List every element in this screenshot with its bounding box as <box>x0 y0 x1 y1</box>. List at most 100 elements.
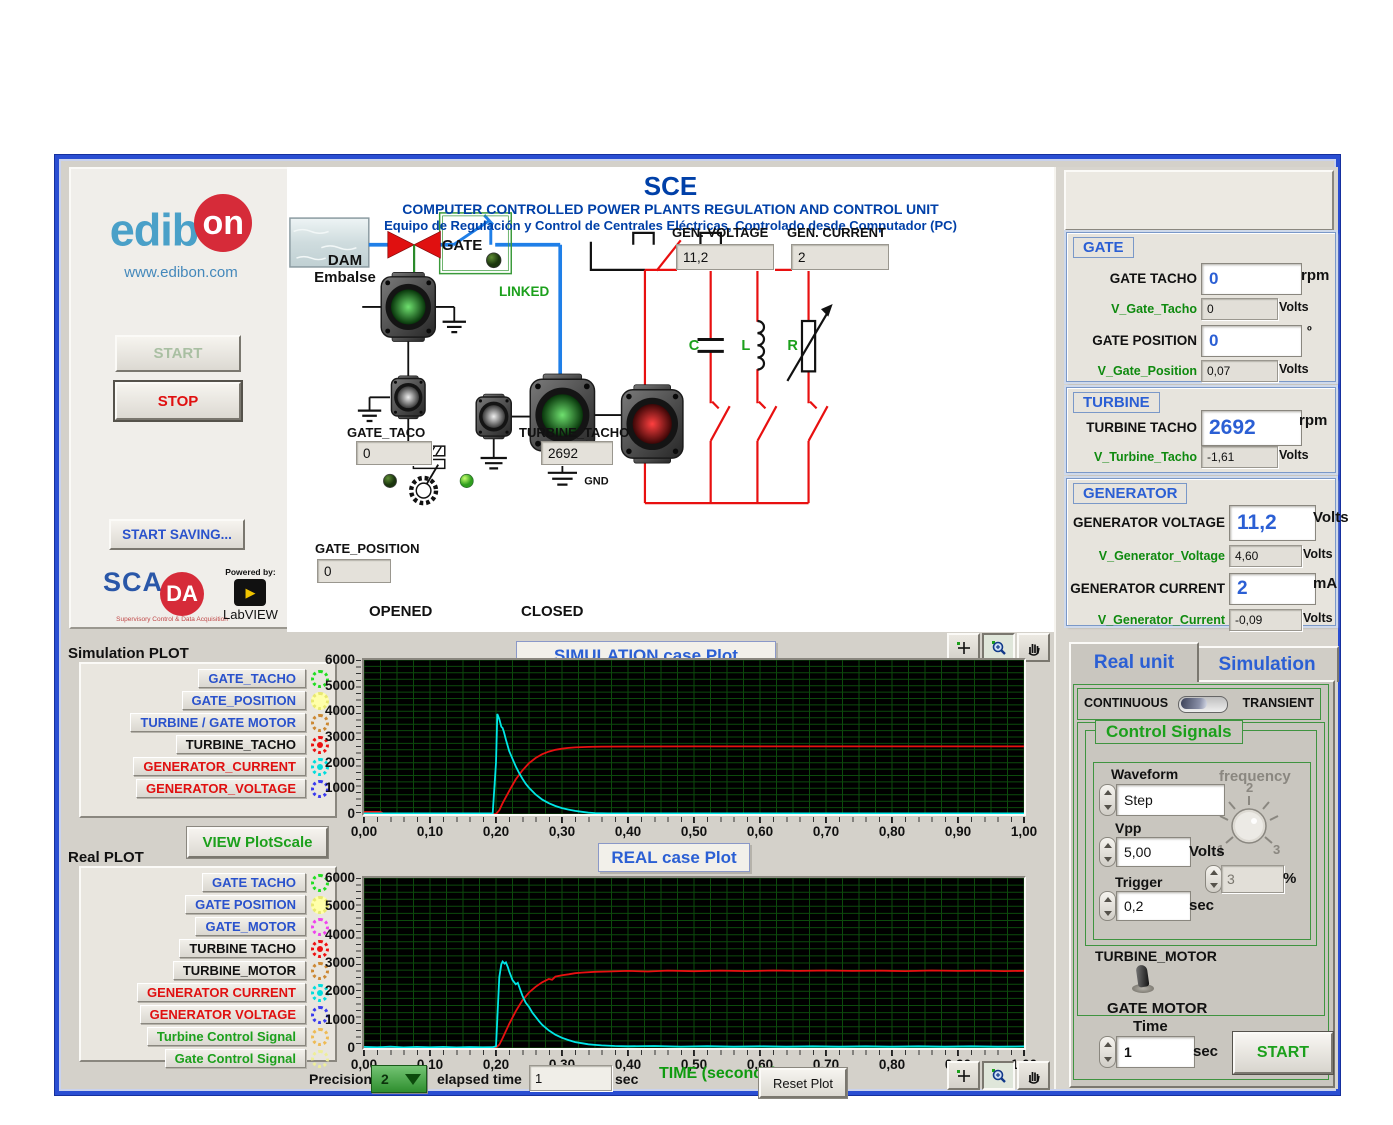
trigger-unit: sec <box>1189 897 1214 914</box>
instrument-column: GATE GATE TACHO 0 rpm V_Gate_Tacho 0 Vol… <box>1054 167 1338 1089</box>
turbine-tacho-motor-icon <box>476 394 511 439</box>
turbine-tacho-panel-label: TURBINE TACHO <box>1067 420 1197 435</box>
time-stepper[interactable] <box>1099 1036 1116 1068</box>
y-tick-label: 0 <box>347 806 355 821</box>
legend-row: GATE_POSITION <box>81 691 329 710</box>
tab-simulation[interactable]: Simulation <box>1195 646 1339 682</box>
plot-visibility-button[interactable]: TURBINE / GATE MOTOR <box>130 713 306 732</box>
trigger-stepper[interactable] <box>1099 891 1116 921</box>
cursor-tool-icon[interactable] <box>947 1061 980 1090</box>
plot-visibility-button[interactable]: GENERATOR VOLTAGE <box>140 1005 306 1024</box>
real-plot-legend: GATE TACHO GATE POSITION GATE_MOTOR TURBINE… <box>79 866 337 1062</box>
waveform-select[interactable]: Step <box>1116 784 1225 816</box>
edibon-logo-circle: on <box>194 194 252 252</box>
zoom-tool-icon[interactable] <box>982 1061 1015 1090</box>
edibon-logo-text: edib <box>110 205 199 256</box>
legend-row: GENERATOR_CURRENT <box>81 757 329 776</box>
y-tick-label: 5000 <box>325 898 355 913</box>
plot-visibility-button[interactable]: GENERATOR_VOLTAGE <box>136 779 306 798</box>
generator-current-unit: mA <box>1313 575 1337 592</box>
trigger-label: Trigger <box>1115 874 1162 890</box>
vpp-input[interactable]: 5,00 <box>1116 837 1191 867</box>
plot-visibility-button[interactable]: GATE TACHO <box>202 873 306 892</box>
website-link[interactable]: www.edibon.com <box>71 264 291 281</box>
x-minor-ticks <box>364 817 1024 822</box>
plot-visibility-button[interactable]: Gate Control Signal <box>165 1049 306 1068</box>
capacitor-icon <box>698 340 724 352</box>
x-tick-label: 0,90 <box>934 824 982 839</box>
generator-voltage-input[interactable]: 11,2 <box>1229 505 1316 541</box>
closed-led <box>460 474 473 487</box>
pan-tool-icon[interactable] <box>1017 1061 1050 1090</box>
plot-visibility-button[interactable]: GENERATOR CURRENT <box>137 983 306 1002</box>
app-window: edibon www.edibon.com START STOP START S… <box>55 155 1340 1095</box>
control-panel-body: CONTINUOUS TRANSIENT Control Signals Wav… <box>1069 680 1335 1088</box>
turbine-panel-title: TURBINE <box>1073 392 1160 413</box>
real-y-ticks <box>356 878 361 1048</box>
time-input[interactable]: 1 <box>1116 1036 1195 1068</box>
reset-plot-button[interactable]: Reset Plot <box>759 1068 847 1098</box>
linked-led <box>486 253 501 268</box>
y-tick-label: 6000 <box>325 652 355 667</box>
gate-taco-display: 0 <box>356 441 432 465</box>
trigger-input[interactable]: 0,2 <box>1116 891 1191 921</box>
knob-mark-3: 3 <box>1273 842 1280 857</box>
generator-current-input[interactable]: 2 <box>1229 573 1316 605</box>
motor-start-button[interactable]: START <box>1233 1032 1333 1074</box>
gate-panel-title: GATE <box>1073 237 1134 258</box>
plot-visibility-button[interactable]: TURBINE_MOTOR <box>173 961 306 980</box>
legend-row: GENERATOR VOLTAGE <box>81 1005 329 1024</box>
x-tick-label: 0,70 <box>802 824 850 839</box>
screenshot-canvas: edibon www.edibon.com START STOP START S… <box>0 0 1393 1125</box>
plot-visibility-button[interactable]: TURBINE TACHO <box>179 939 306 958</box>
legend-row: GATE_MOTOR <box>81 917 329 936</box>
resistor-label: R <box>787 338 798 354</box>
plot-visibility-button[interactable]: TURBINE_TACHO <box>176 735 306 754</box>
product-title: SCE <box>287 171 1054 202</box>
generator-voltage-label: GENERATOR VOLTAGE <box>1067 515 1225 530</box>
gen-voltage-display: 11,2 <box>676 244 774 270</box>
turbine-tacho-input[interactable]: 2692 <box>1201 410 1302 446</box>
x-tick-label: 0,20 <box>472 824 520 839</box>
plot-visibility-button[interactable]: GATE_TACHO <box>198 669 306 688</box>
plot-visibility-button[interactable]: Turbine Control Signal <box>147 1027 306 1046</box>
waveform-stepper[interactable] <box>1099 784 1116 816</box>
gate-tacho-input[interactable]: 0 <box>1201 263 1302 295</box>
stop-button[interactable]: STOP <box>115 382 241 420</box>
powered-by-label: Powered by: <box>223 567 278 577</box>
start-button[interactable]: START <box>115 335 241 372</box>
start-saving-button[interactable]: START SAVING... <box>109 519 245 550</box>
vpp-label: Vpp <box>1115 820 1141 836</box>
gate-tacho-unit: rpm <box>1301 267 1329 284</box>
gate-position-input[interactable]: 0 <box>1201 325 1302 357</box>
sim-plot-section-label: Simulation PLOT <box>68 645 189 662</box>
v-turbine-tacho-unit: Volts <box>1279 448 1309 462</box>
mode-slider[interactable] <box>1178 696 1228 713</box>
view-plotscale-button[interactable]: VIEW PlotScale <box>187 827 328 858</box>
gnd-label: GND <box>584 476 608 488</box>
waveform-label: Waveform <box>1111 766 1178 782</box>
legend-row: TURBINE TACHO <box>81 939 329 958</box>
continuous-label: CONTINUOUS <box>1084 696 1168 710</box>
plot-visibility-button[interactable]: GATE_POSITION <box>182 691 307 710</box>
x-tick-label: 0,50 <box>670 824 718 839</box>
generator-voltage-unit: Volts <box>1313 509 1349 526</box>
precision-dropdown[interactable]: 2 <box>371 1065 427 1093</box>
tab-real-unit[interactable]: Real unit <box>1069 642 1199 682</box>
linked-label: LINKED <box>499 284 549 299</box>
plot-visibility-button[interactable]: GENERATOR_CURRENT <box>133 757 306 776</box>
plot-visibility-button[interactable]: GATE POSITION <box>185 895 306 914</box>
gate-tacho-motor-icon <box>391 376 425 419</box>
opened-label: OPENED <box>369 603 432 620</box>
x-tick-label: 0,30 <box>538 824 586 839</box>
mimic-diagram: C L R GND SCE COMPUTER CONTROLLED POWER … <box>287 167 1054 632</box>
x-tick-label: 1,00 <box>1000 824 1048 839</box>
vpp-stepper[interactable] <box>1099 837 1116 867</box>
v-generator-current-unit: Volts <box>1303 611 1333 625</box>
generator-instrument-panel: GENERATOR GENERATOR VOLTAGE 11,2 Volts V… <box>1066 478 1336 626</box>
turbine-tacho-label: TURBINE_TACHO <box>519 425 629 440</box>
inductor-label: L <box>741 338 750 354</box>
plot-visibility-button[interactable]: GATE_MOTOR <box>195 917 306 936</box>
v-generator-voltage-label: V_Generator_Voltage <box>1067 549 1225 563</box>
turbine-motor-toggle[interactable] <box>1131 965 1155 993</box>
